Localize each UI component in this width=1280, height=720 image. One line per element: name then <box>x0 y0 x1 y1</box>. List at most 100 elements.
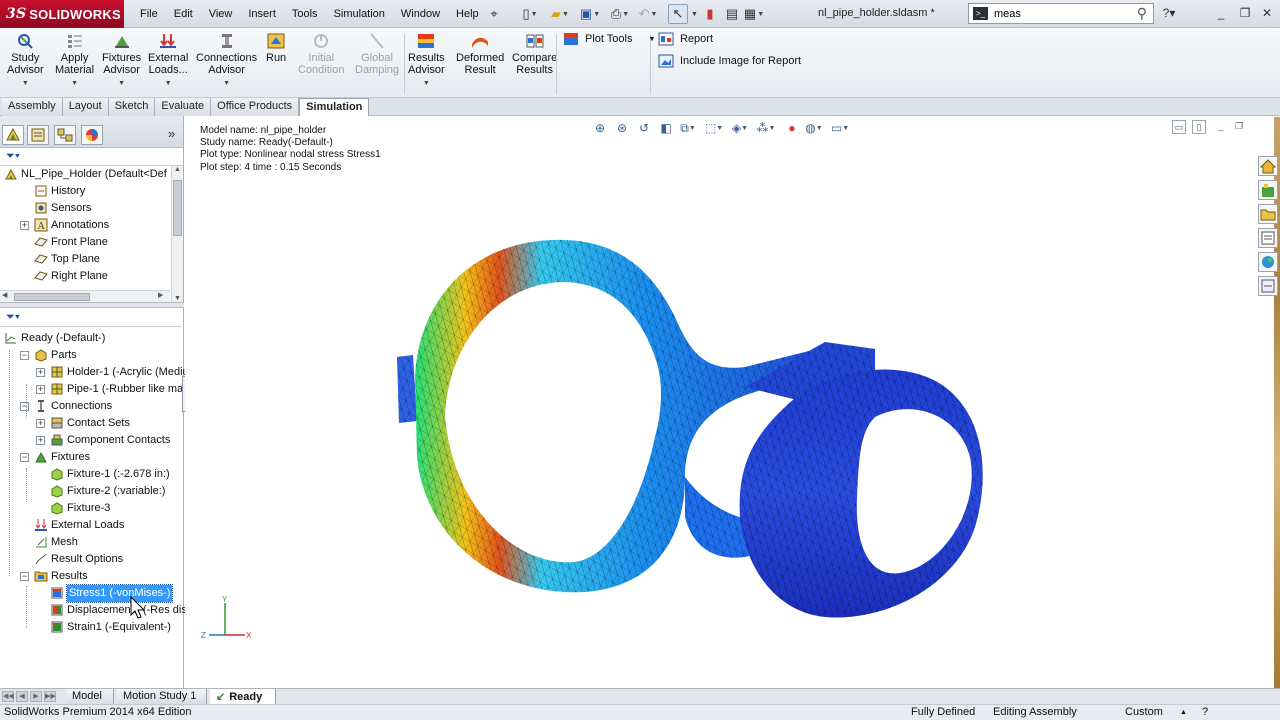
menu-file[interactable]: File <box>132 0 166 28</box>
tree-item[interactable]: + Component Contacts <box>0 432 182 449</box>
open-folder-icon[interactable]: ▰ ▼ <box>550 4 570 24</box>
tree-item[interactable]: History <box>0 183 171 200</box>
scroll-left-arrow-icon[interactable]: ◀ <box>2 291 7 299</box>
report-button[interactable]: Report <box>658 32 713 46</box>
collapse-icon[interactable]: − <box>20 402 29 411</box>
menu-tools[interactable]: Tools <box>284 0 326 28</box>
tree-item[interactable]: + Contact Sets <box>0 415 182 432</box>
menu-insert[interactable]: Insert <box>240 0 284 28</box>
units-text[interactable]: Custom <box>1125 706 1163 718</box>
collapse-icon[interactable]: − <box>20 572 29 581</box>
close-icon[interactable]: ✕ <box>1258 4 1276 22</box>
print-icon[interactable]: ⎙ ▼ <box>610 4 630 24</box>
include-image-button[interactable]: Include Image for Report <box>658 54 801 68</box>
tree-item[interactable]: − Connections <box>0 398 182 415</box>
command-search-box[interactable]: >_ ⚲ <box>968 3 1154 24</box>
traffic-light-icon[interactable]: ▮ <box>700 4 720 24</box>
appearances-scenes-icon[interactable] <box>1258 252 1278 272</box>
custom-properties-icon[interactable] <box>1258 276 1278 296</box>
collapse-icon[interactable]: − <box>20 453 29 462</box>
panel-splitter[interactable] <box>0 302 184 308</box>
menu-window[interactable]: Window <box>393 0 448 28</box>
next-tab-arrow-icon[interactable]: ▶ <box>30 691 42 702</box>
tab-evaluate[interactable]: Evaluate <box>155 98 212 116</box>
expand-icon[interactable]: + <box>36 385 45 394</box>
tab-layout[interactable]: Layout <box>62 98 109 116</box>
last-tab-arrow-icon[interactable]: ▶▶ <box>44 691 56 702</box>
dropdown-arrow-icon[interactable]: ▼ <box>649 36 656 43</box>
view-palette-icon[interactable] <box>1258 228 1278 248</box>
select-arrow-icon[interactable]: ↖ <box>668 4 688 24</box>
tree-item[interactable]: Result Options <box>0 551 182 568</box>
dropdown-arrow-icon[interactable]: ▼ <box>55 78 94 90</box>
toolbar-button-apply-material[interactable]: Apply Material ▼ <box>55 32 94 90</box>
toolbar-button-study-advisor[interactable]: Study Advisor ▼ <box>7 32 44 90</box>
property-manager-tab-icon[interactable] <box>27 125 49 145</box>
new-document-icon[interactable]: ▯ ▼ <box>520 4 540 24</box>
feature-manager-tab-icon[interactable] <box>2 125 24 145</box>
toolbar-button-fixtures-advisor[interactable]: Fixtures Advisor ▼ <box>102 32 141 90</box>
appearance-manager-tab-icon[interactable] <box>81 125 103 145</box>
tree-item[interactable]: Fixture-3 <box>0 500 182 517</box>
search-icon[interactable]: ⚲ <box>1137 5 1147 22</box>
tree-item[interactable]: Strain1 (-Equivalent-) <box>0 619 182 636</box>
toolbar-button-external-loads[interactable]: External Loads... ▼ <box>148 32 188 90</box>
design-library-icon[interactable] <box>1258 180 1278 200</box>
dropdown-arrow-icon[interactable]: ▼ <box>102 78 141 90</box>
save-icon[interactable]: ▣ ▼ <box>580 4 600 24</box>
plot-tools-button[interactable]: Plot Tools ▼ <box>563 32 655 46</box>
tree-item[interactable]: NL_Pipe_Holder (Default<Def <box>0 166 171 183</box>
dropdown-arrow-icon[interactable]: ▼ <box>148 78 188 90</box>
tree-item[interactable]: + A Annotations <box>0 217 171 234</box>
menu-simulation[interactable]: Simulation <box>326 0 393 28</box>
tab-assembly[interactable]: Assembly <box>2 98 63 116</box>
scroll-thumb[interactable] <box>14 293 90 301</box>
caret-icon[interactable]: ▼ <box>690 4 698 24</box>
search-input[interactable] <box>994 7 1114 20</box>
tree-item[interactable]: Displacement1 (-Res disp- <box>0 602 197 619</box>
help-circle-icon[interactable]: ? <box>1202 706 1208 718</box>
prev-tab-arrow-icon[interactable]: ◀ <box>16 691 28 702</box>
tree-item[interactable]: Fixture-1 (:-2.678 in:) <box>0 466 182 483</box>
solidworks-logo[interactable]: 3S SOLIDWORKS <box>0 0 124 28</box>
stress-plot-model[interactable]: Y X Z <box>185 117 1256 688</box>
menu-edit[interactable]: Edit <box>166 0 201 28</box>
tree-item[interactable]: Mesh <box>0 534 182 551</box>
tab-model[interactable]: Model <box>66 689 114 704</box>
tree-item[interactable]: Right Plane <box>0 268 171 285</box>
tree-item[interactable]: − Results <box>0 568 182 585</box>
menu-help[interactable]: Help <box>448 0 487 28</box>
tab-simulation[interactable]: Simulation <box>299 98 370 116</box>
tree-item[interactable]: + Holder-1 (-Acrylic (Mediu <box>0 364 189 381</box>
tree-item[interactable]: + Pipe-1 (-Rubber like mate <box>0 381 192 398</box>
tree-item[interactable]: External Loads <box>0 517 182 534</box>
scroll-up-arrow-icon[interactable]: ▲ <box>174 166 181 173</box>
tree-item[interactable]: Front Plane <box>0 234 171 251</box>
first-tab-arrow-icon[interactable]: ◀◀ <box>2 691 14 702</box>
options-icon[interactable]: ▦ ▼ <box>744 4 764 24</box>
menu-view[interactable]: View <box>201 0 241 28</box>
expand-icon[interactable]: + <box>36 419 45 428</box>
toolbar-button-deformed-result[interactable]: Deformed Result <box>456 32 504 76</box>
toolbar-button-global-damping[interactable]: Global Damping <box>355 32 399 76</box>
tab-ready-study[interactable]: ↙ Ready <box>210 689 276 704</box>
toolbar-button-connections-advisor[interactable]: Connections Advisor ▼ <box>196 32 257 90</box>
tree-item[interactable]: Top Plane <box>0 251 171 268</box>
tab-office-products[interactable]: Office Products <box>211 98 300 116</box>
expand-icon[interactable]: + <box>20 221 29 230</box>
help-icon[interactable]: ?▾ <box>1160 4 1178 22</box>
restore-icon[interactable]: ❐ <box>1236 4 1254 22</box>
scroll-thumb[interactable] <box>173 180 182 236</box>
dropdown-arrow-icon[interactable]: ▼ <box>196 78 257 90</box>
feature-tree-vertical-scrollbar[interactable]: ▲ ▼ <box>171 166 183 302</box>
minimize-icon[interactable]: _ <box>1212 4 1230 22</box>
expand-icon[interactable]: + <box>36 368 45 377</box>
scroll-right-arrow-icon[interactable]: ▶ <box>158 291 163 299</box>
file-explorer-icon[interactable] <box>1258 204 1278 224</box>
tree-item[interactable]: − Fixtures <box>0 449 182 466</box>
pin-icon[interactable]: ⌖ <box>484 4 504 24</box>
collapse-icon[interactable]: − <box>20 351 29 360</box>
undo-icon[interactable]: ↶ ▼ <box>638 4 658 24</box>
scroll-down-arrow-icon[interactable]: ▼ <box>174 295 181 302</box>
tree-item[interactable]: Stress1 (-vonMises-) <box>0 584 182 603</box>
